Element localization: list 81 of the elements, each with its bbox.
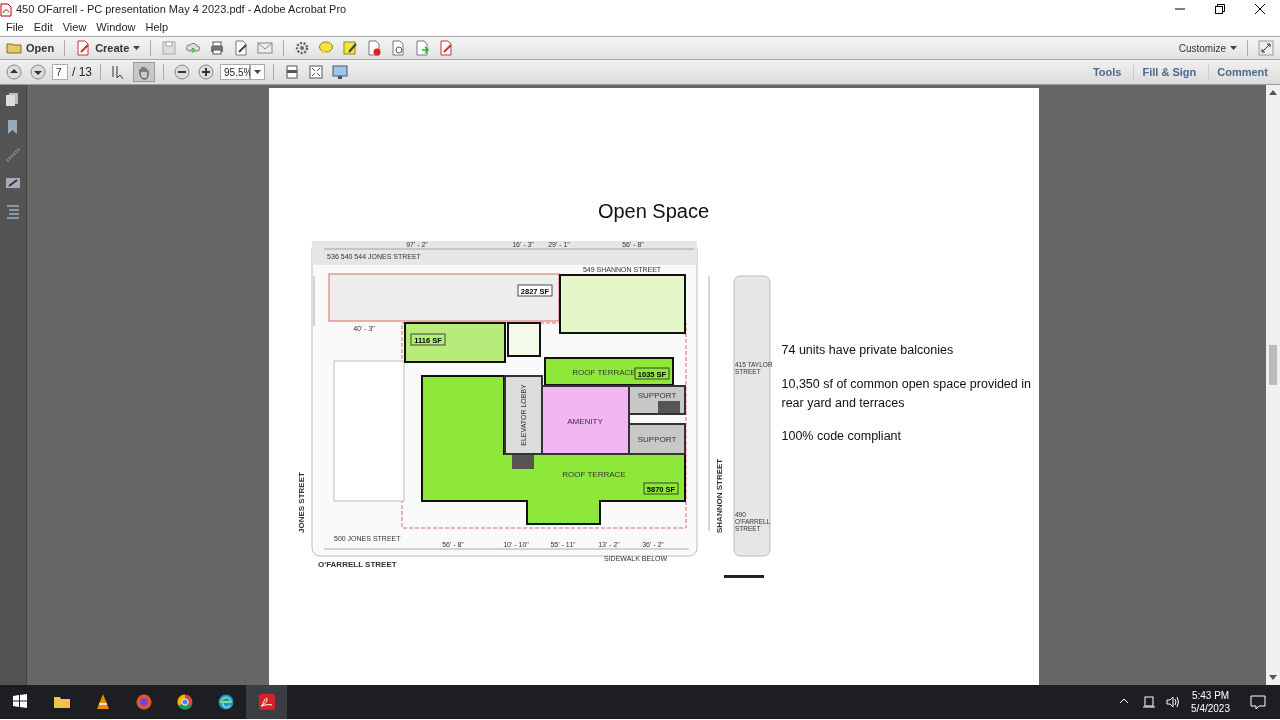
save-icon bbox=[161, 40, 178, 56]
pane-tab[interactable]: Tools bbox=[1084, 63, 1130, 81]
stairs bbox=[657, 401, 680, 413]
zoom-out-icon bbox=[174, 64, 190, 80]
fit-width-icon bbox=[284, 64, 300, 80]
previous-page-button[interactable] bbox=[4, 63, 24, 81]
menu-item[interactable]: File bbox=[2, 18, 28, 36]
caret-icon bbox=[254, 70, 261, 74]
comment-icon bbox=[318, 40, 335, 56]
browser-icon bbox=[175, 693, 194, 711]
page-number-field[interactable]: 7 bbox=[52, 64, 68, 80]
notification-icon[interactable] bbox=[1250, 694, 1266, 710]
create-button[interactable]: Create bbox=[73, 38, 143, 58]
zoom-in-icon bbox=[198, 64, 214, 80]
scrollbar-thumb[interactable] bbox=[1269, 345, 1277, 385]
caret-icon bbox=[1230, 46, 1237, 50]
stairs bbox=[511, 455, 534, 469]
open-button[interactable]: Open bbox=[4, 38, 57, 58]
hand-tool-icon bbox=[136, 64, 152, 80]
next-page-button[interactable] bbox=[28, 63, 48, 81]
street-label: JONES STREET bbox=[296, 472, 306, 533]
cloud-upload-icon bbox=[185, 40, 202, 56]
pdf-app-icon bbox=[257, 693, 276, 711]
scroll-down-icon[interactable] bbox=[1269, 675, 1277, 681]
envelope-icon bbox=[257, 40, 274, 56]
street-label: SHANNON STREET bbox=[714, 458, 724, 533]
slide-title: Open Space bbox=[596, 199, 711, 223]
monitor-icon bbox=[332, 64, 348, 80]
next-page-icon bbox=[30, 64, 46, 80]
fit-page-icon bbox=[308, 64, 324, 80]
caret-icon bbox=[133, 46, 141, 50]
close-icon bbox=[1255, 4, 1265, 14]
restore-icon bbox=[1215, 4, 1225, 14]
document-delete-icon bbox=[366, 40, 383, 56]
clock-time[interactable]: 5:43 PM bbox=[1191, 689, 1230, 702]
print-icon bbox=[209, 40, 226, 56]
pages-icon[interactable] bbox=[5, 91, 21, 107]
pane-tab[interactable]: Fill & Sign bbox=[1133, 63, 1205, 81]
expand-button[interactable] bbox=[1256, 39, 1276, 57]
expand-icon bbox=[1258, 40, 1274, 56]
note-text: 100% code compliant bbox=[781, 428, 903, 446]
previous-page-icon bbox=[6, 64, 22, 80]
room-label: AMENITY bbox=[566, 417, 603, 426]
browser-icon bbox=[134, 693, 153, 711]
menu-item[interactable]: Help bbox=[141, 18, 173, 36]
room-label: ROOF TERRACE bbox=[561, 470, 626, 479]
menu-item[interactable]: Window bbox=[92, 18, 140, 36]
folder-icon bbox=[6, 40, 22, 56]
document-export-icon bbox=[414, 40, 431, 56]
speaker-icon[interactable] bbox=[1166, 695, 1181, 709]
room-label: SUPPORT bbox=[637, 435, 676, 444]
zoom-out-button[interactable] bbox=[172, 63, 192, 81]
menu-item[interactable]: Edit bbox=[29, 18, 57, 36]
windows-start-icon bbox=[11, 693, 30, 711]
scroll-up-icon[interactable] bbox=[1269, 89, 1277, 95]
document-edit-icon bbox=[438, 40, 455, 56]
fit-page-button[interactable] bbox=[306, 63, 326, 81]
monitor-button[interactable] bbox=[330, 63, 350, 81]
pane-tab[interactable]: Comment bbox=[1208, 63, 1276, 81]
note-text: 74 units have private balconies bbox=[781, 342, 955, 359]
customize-button[interactable]: Customize bbox=[1176, 39, 1239, 57]
menu-item[interactable]: View bbox=[58, 18, 91, 36]
sign-icon bbox=[342, 40, 359, 56]
edit-document-icon bbox=[233, 40, 250, 56]
clock-date[interactable]: 5/4/2023 bbox=[1191, 702, 1230, 715]
hand-tool-button[interactable] bbox=[133, 62, 155, 82]
scale-bar bbox=[723, 575, 764, 578]
street-label: O'FARRELL STREET bbox=[317, 560, 397, 569]
zoom-in-button[interactable] bbox=[196, 63, 216, 81]
window-title: 450 OFarrell - PC presentation May 4 2023.pdf - Adobe Acrobat Pro bbox=[16, 1, 348, 17]
plan-room bbox=[506, 322, 541, 357]
browser-icon bbox=[216, 693, 235, 711]
note-text: 10,350 sf of common open space provided in rear yard and terraces bbox=[781, 375, 1032, 412]
document-icon bbox=[75, 40, 92, 56]
layers-icon[interactable] bbox=[5, 203, 21, 219]
page-count: / 13 bbox=[72, 64, 92, 81]
room-label: SUPPORT bbox=[637, 391, 676, 400]
document-search-icon bbox=[390, 40, 407, 56]
room-label: ROOF TERRACE bbox=[571, 368, 636, 377]
dropdown-button[interactable] bbox=[250, 64, 265, 80]
settings-icon bbox=[294, 40, 311, 56]
